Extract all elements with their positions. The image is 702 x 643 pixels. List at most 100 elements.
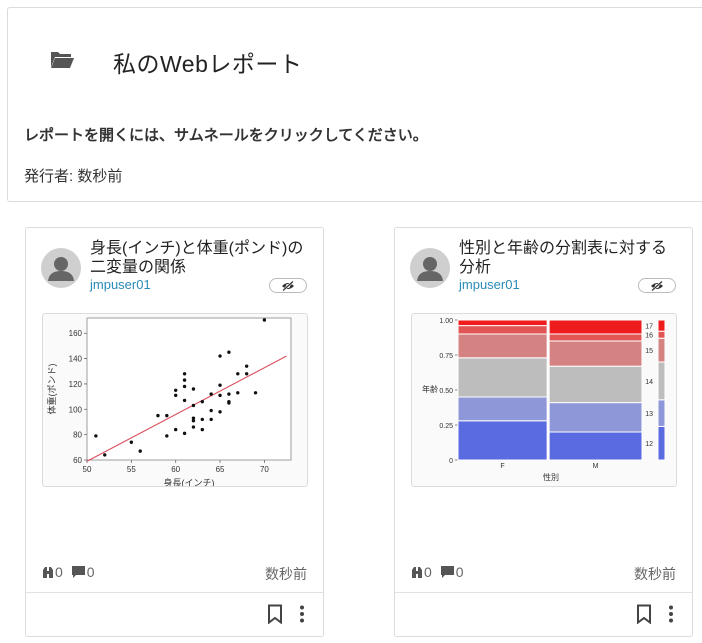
data-point	[182, 378, 187, 382]
x-tick-label: 60	[171, 465, 180, 474]
mosaic-cell	[548, 340, 643, 367]
report-thumbnail[interactable]: 0 0.25 0.50 0.75 1.00 年齢 F M 性別 12 13 14 15 16 17	[411, 313, 677, 487]
legend-swatch	[657, 399, 666, 427]
card-title[interactable]: 性別と年齢の分割表に対する分析	[459, 239, 681, 277]
mosaic-cell	[548, 365, 643, 404]
view-count: 0	[55, 564, 63, 580]
card-author-link[interactable]: jmpuser01	[459, 277, 520, 292]
y-axis-label: 年齢	[422, 384, 438, 394]
report-card-2[interactable]: 性別と年齢の分割表に対する分析 jmpuser01 0 0.25 0.50 0.75 1…	[394, 227, 693, 637]
bookmark-icon[interactable]	[267, 604, 283, 624]
eye-off-icon	[282, 280, 294, 291]
card-timestamp: 数秒前	[634, 566, 676, 582]
data-point	[173, 388, 178, 392]
card-timestamp: 数秒前	[265, 566, 307, 582]
legend-label: 16	[645, 333, 653, 340]
visibility-toggle[interactable]	[269, 278, 307, 293]
data-point	[191, 387, 196, 391]
legend-label: 14	[645, 379, 653, 386]
y-tick-label: 80	[73, 431, 82, 440]
data-point	[244, 364, 249, 368]
data-point	[182, 398, 187, 403]
x-axis-label: 身長(インチ)	[164, 477, 215, 486]
data-point	[218, 354, 222, 358]
data-point	[209, 408, 213, 413]
x-tick-label: 70	[260, 465, 269, 474]
data-point	[156, 413, 160, 418]
card-title[interactable]: 身長(インチ)と体重(ポンド)の二変量の関係	[90, 239, 312, 277]
y-tick-label: 1.00	[439, 318, 453, 325]
x-tick-label: M	[593, 463, 599, 470]
legend-swatch	[657, 361, 666, 401]
data-point	[209, 392, 213, 396]
data-point	[227, 399, 231, 404]
card-stats: 0 0	[42, 564, 103, 580]
binoculars-icon	[43, 566, 53, 578]
y-tick-label: 140	[69, 355, 83, 364]
data-point	[236, 391, 240, 395]
folder-open-icon	[51, 52, 74, 68]
plot-area	[86, 317, 292, 461]
user-icon	[48, 257, 74, 281]
x-tick-label: 55	[127, 465, 136, 474]
y-tick-label: 60	[73, 456, 82, 465]
y-tick-label: 0	[449, 458, 453, 465]
more-vert-icon[interactable]	[666, 604, 676, 624]
view-count: 0	[424, 564, 432, 580]
y-tick-label: 100	[69, 405, 83, 414]
data-point	[218, 383, 222, 387]
legend-label: 15	[645, 348, 653, 355]
legend-swatch	[657, 319, 666, 332]
mosaic-cell	[548, 402, 643, 433]
legend-swatch	[657, 337, 666, 363]
report-card-1[interactable]: 身長(インチ)と体重(ポンド)の二変量の関係 jmpuser01 50 55 60 6…	[25, 227, 324, 637]
comment-icon	[440, 566, 454, 578]
card-divider	[26, 592, 323, 593]
visibility-toggle[interactable]	[638, 278, 676, 293]
data-point	[218, 393, 222, 398]
data-point	[182, 431, 187, 436]
mosaic-cell	[548, 333, 643, 342]
report-thumbnail[interactable]: 50 55 60 65 70 60 80 100 120 140 160 体重(ポンド) 身長(インチ)	[42, 313, 308, 487]
eye-off-icon	[651, 280, 663, 291]
mosaic-cell	[457, 325, 548, 335]
data-point	[129, 440, 134, 444]
mosaic-cell	[457, 333, 548, 359]
y-tick-label: 120	[69, 380, 83, 389]
data-point	[200, 399, 205, 404]
data-point	[173, 393, 178, 398]
y-axis-label: 体重(ポンド)	[46, 364, 57, 415]
card-author-link[interactable]: jmpuser01	[90, 277, 151, 292]
card-divider	[395, 592, 692, 593]
x-tick-label: 50	[83, 465, 92, 474]
binoculars-icon	[412, 566, 422, 578]
data-point	[103, 453, 107, 457]
more-vert-icon[interactable]	[297, 604, 307, 624]
mosaic-cell	[548, 431, 643, 461]
data-point	[182, 384, 187, 389]
scatter-chart: 50 55 60 65 70 60 80 100 120 140 160 体重(ポンド) 身長(インチ)	[46, 317, 292, 486]
y-tick-label: 0.25	[439, 423, 453, 430]
data-point	[227, 392, 231, 396]
avatar	[410, 248, 450, 288]
data-point	[218, 410, 222, 414]
data-point	[165, 434, 169, 438]
mosaic-cell	[548, 319, 643, 335]
mosaic-cell	[457, 396, 548, 422]
y-tick-label: 0.75	[439, 353, 453, 360]
comment-icon	[71, 566, 85, 578]
data-point	[227, 350, 231, 354]
data-point	[191, 416, 196, 420]
data-point	[191, 403, 196, 408]
legend-swatch	[657, 425, 666, 461]
legend-swatch	[657, 330, 666, 339]
mosaic-cell	[457, 357, 548, 398]
legend-label: 17	[645, 324, 653, 331]
data-point	[244, 372, 249, 376]
x-tick-label: 65	[216, 465, 225, 474]
legend-label: 12	[645, 441, 653, 448]
data-point	[182, 372, 187, 376]
comment-count: 0	[455, 564, 464, 580]
bookmark-icon[interactable]	[636, 604, 652, 624]
publisher-text: 発行者: 数秒前	[24, 168, 123, 185]
